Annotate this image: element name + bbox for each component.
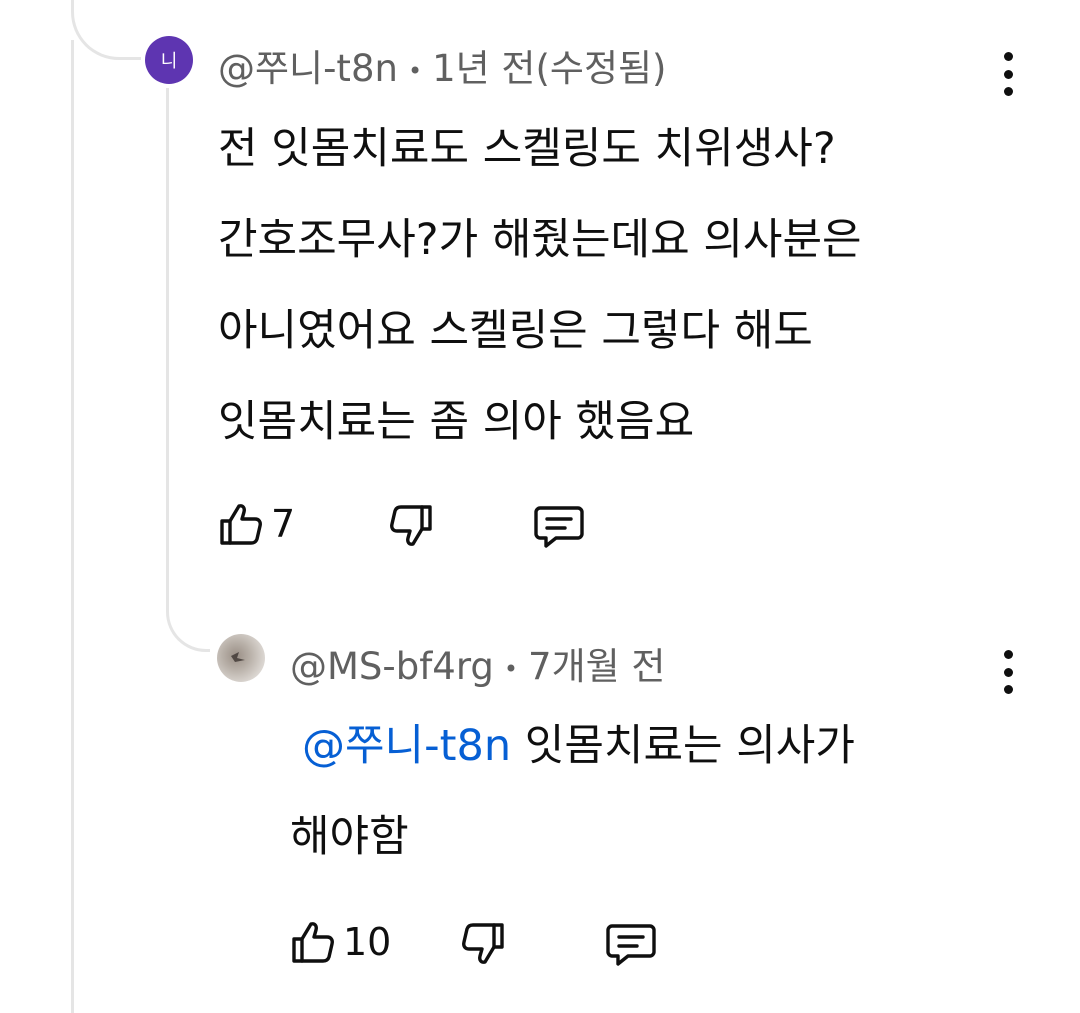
thumb-up-icon [220,504,262,545]
dislike-button[interactable] [459,920,507,968]
thread-line-outer [71,40,74,1013]
dislike-button[interactable] [387,502,435,550]
avatar[interactable] [217,634,265,682]
comment-thread: 니 @쭈니-t8n • 1년 전(수정됨) 전 잇몸치료도 스켈링도 치위생사? 간… [0,0,1080,1013]
comment-line: 잇몸치료는 좀 의아 했음요 [218,397,695,447]
avatar-initial: 니 [160,51,178,72]
like-button[interactable]: 7 [217,500,295,548]
reply-text: @쭈니-t8n 잇몸치료는 의사가 해야함 [290,701,855,883]
reply-icon [534,506,584,548]
avatar[interactable]: 니 [145,36,193,84]
more-vert-icon[interactable] [998,650,1018,694]
more-vert-icon[interactable] [998,52,1018,96]
reply-timestamp[interactable]: 7개월 전 [528,645,665,688]
reply-line: 해야함 [290,812,409,862]
thumb-down-icon [462,923,504,964]
reply-header: @MS-bf4rg • 7개월 전 [290,648,665,685]
reply-line-text: 잇몸치료는 의사가 [524,721,855,771]
thumb-up-icon [292,922,334,963]
thread-connector-reply [166,556,210,652]
separator-dot: • [503,654,519,683]
thumb-down-icon [390,505,432,546]
reply-button[interactable] [604,920,658,968]
reply-line: @쭈니-t8n 잇몸치료는 의사가 [290,701,855,792]
like-button[interactable]: 10 [289,918,391,966]
comment-line: 간호조무사?가 해줬는데요 의사분은 [218,215,862,265]
comment-author[interactable]: @쭈니-t8n [218,47,398,90]
comment-line: 전 잇몸치료도 스켈링도 치위생사? [218,124,836,174]
thread-line-inner [166,88,169,558]
reply-author[interactable]: @MS-bf4rg [290,645,494,688]
comment-text: 전 잇몸치료도 스켈링도 치위생사? 간호조무사?가 해줬는데요 의사분은 아니… [218,104,862,468]
separator-dot: • [407,56,423,85]
comment-line: 아니였어요 스켈링은 그렇다 해도 [218,306,813,356]
mention-link[interactable]: @쭈니-t8n [302,721,511,771]
avatar-photo [231,652,245,662]
reply-icon [606,924,656,966]
thread-connector-top [71,0,141,60]
like-count: 10 [343,920,392,964]
comment-header: @쭈니-t8n • 1년 전(수정됨) [218,50,666,87]
comment-timestamp[interactable]: 1년 전(수정됨) [432,47,666,90]
reply-button[interactable] [532,502,586,550]
like-count: 7 [271,502,296,546]
